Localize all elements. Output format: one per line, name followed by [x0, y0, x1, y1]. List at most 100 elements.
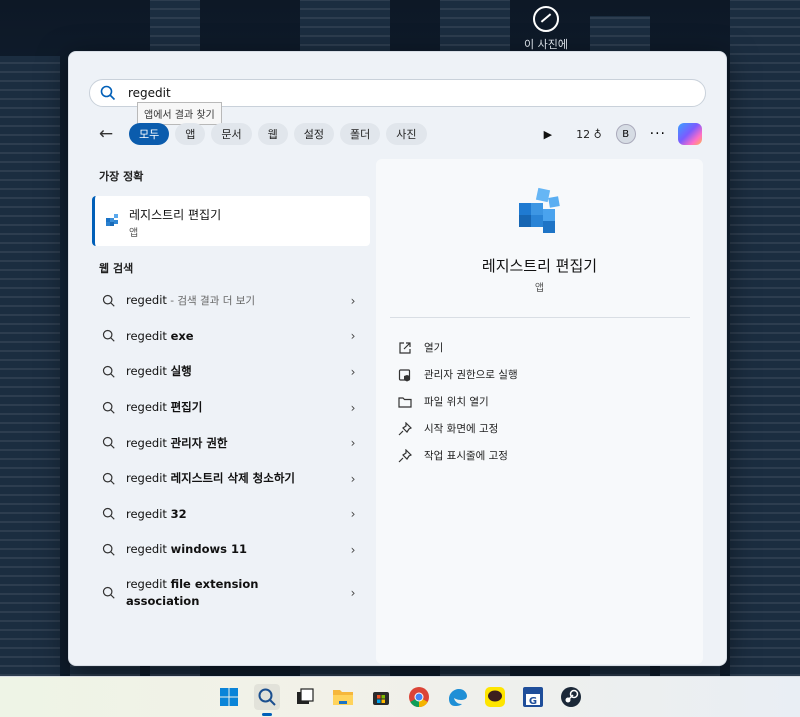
- best-match-item[interactable]: 레지스트리 편집기 앱: [92, 196, 370, 246]
- search-icon: [102, 586, 115, 599]
- filter-tabs: ← 모두 앱 문서 웹 설정 폴더 사진: [93, 122, 433, 146]
- list-item[interactable]: regedit exe ›: [92, 319, 367, 355]
- list-item-prefix: regedit: [126, 471, 171, 486]
- action-label: 시작 화면에 고정: [424, 423, 499, 435]
- steam-icon[interactable]: [558, 684, 584, 710]
- list-item-prefix: regedit: [126, 328, 171, 343]
- tab-documents[interactable]: 문서: [211, 123, 252, 145]
- list-item-prefix: regedit: [126, 542, 171, 557]
- search-icon: [102, 365, 115, 378]
- info-circle-icon: [533, 6, 559, 32]
- list-item-bold: 실행: [170, 364, 192, 379]
- run-as-admin-action[interactable]: 관리자 권한으로 실행: [398, 361, 518, 388]
- best-match-type: 앱: [129, 228, 139, 239]
- list-item-text: regedit 관리자 권한: [126, 435, 343, 452]
- action-list: 열기 관리자 권한으로 실행 파일 위치 열기 시작 화면에 고정 작업 표시줄…: [398, 334, 518, 469]
- chrome-icon[interactable]: [406, 684, 432, 710]
- list-item[interactable]: regedit 32 ›: [92, 497, 367, 533]
- list-item[interactable]: regedit windows 11 ›: [92, 532, 367, 568]
- list-item[interactable]: regedit - 검색 결과 더 보기 ›: [92, 283, 367, 319]
- file-explorer-icon[interactable]: [330, 684, 356, 710]
- list-item-bold: windows 11: [170, 542, 247, 557]
- list-item-bold: 관리자 권한: [170, 435, 228, 450]
- chevron-right-icon: ›: [350, 507, 356, 522]
- list-item-bold: 32: [170, 506, 187, 521]
- list-item-prefix: regedit: [126, 292, 167, 307]
- list-item[interactable]: regedit 관리자 권한 ›: [92, 425, 367, 461]
- action-label: 파일 위치 열기: [424, 396, 489, 408]
- tab-settings[interactable]: 설정: [293, 123, 334, 145]
- divider: [390, 317, 690, 318]
- edge-browser-icon[interactable]: [444, 684, 470, 710]
- open-external-icon: [399, 341, 411, 354]
- search-icon: [102, 294, 115, 307]
- pin-icon: [398, 448, 412, 462]
- svg-text:G: G: [529, 696, 537, 707]
- search-panel: 앱에서 결과 찾기 ← 모두 앱 문서 웹 설정 폴더 사진 ▶ 12 ♁ B …: [68, 51, 727, 666]
- detail-app-type: 앱: [534, 283, 545, 294]
- play-more-tabs-icon[interactable]: ▶: [544, 128, 552, 141]
- list-item-prefix: regedit: [126, 435, 171, 450]
- search-icon: [102, 543, 115, 556]
- search-input[interactable]: [126, 85, 650, 101]
- list-item-prefix: regedit: [126, 364, 171, 379]
- web-search-title: 웹 검색: [99, 262, 134, 275]
- back-arrow-icon[interactable]: ←: [93, 122, 119, 146]
- list-item-text: regedit - 검색 결과 더 보기: [126, 292, 343, 310]
- list-item-bold: 편집기: [170, 400, 203, 415]
- registry-editor-icon: [105, 212, 121, 228]
- search-icon: [102, 330, 115, 343]
- tab-apps[interactable]: 앱: [175, 123, 206, 145]
- list-item[interactable]: regedit 레지스트리 삭제 청소하기 ›: [92, 461, 367, 497]
- account-avatar[interactable]: B: [615, 124, 636, 144]
- chevron-right-icon: ›: [350, 329, 356, 344]
- chevron-right-icon: ›: [350, 364, 356, 379]
- tab-photos[interactable]: 사진: [386, 123, 427, 145]
- tab-web[interactable]: 웹: [257, 123, 288, 145]
- open-action[interactable]: 열기: [398, 334, 518, 361]
- web-search-list: regedit - 검색 결과 더 보기 › regedit exe › reg…: [92, 283, 367, 618]
- list-item[interactable]: regedit 편집기 ›: [92, 390, 367, 426]
- list-item[interactable]: regedit 실행 ›: [92, 354, 367, 390]
- app-g-icon[interactable]: G: [520, 684, 546, 710]
- list-item-prefix: regedit: [126, 576, 171, 591]
- pin-to-taskbar-action[interactable]: 작업 표시줄에 고정: [398, 442, 518, 469]
- list-item-prefix: regedit: [126, 506, 171, 521]
- folder-icon: [398, 396, 412, 408]
- more-options-icon[interactable]: ···: [650, 126, 666, 142]
- task-view-icon[interactable]: [292, 684, 318, 710]
- list-item-text: regedit 편집기: [126, 399, 343, 416]
- action-label: 작업 표시줄에 고정: [424, 450, 508, 462]
- search-icon: [102, 437, 115, 449]
- action-label: 관리자 권한으로 실행: [424, 369, 518, 381]
- copilot-icon[interactable]: [678, 123, 702, 145]
- list-item[interactable]: regedit file extension association ›: [92, 568, 367, 618]
- list-item-text: regedit windows 11: [126, 541, 343, 558]
- list-item-text: regedit 레지스트리 삭제 청소하기: [126, 470, 343, 487]
- toolbar-right: ▶ 12 ♁ B ···: [544, 122, 702, 146]
- search-icon: [100, 84, 118, 102]
- store-icon[interactable]: [368, 684, 394, 710]
- detail-app-name: 레지스트리 편집기: [481, 257, 598, 275]
- pin-to-start-action[interactable]: 시작 화면에 고정: [398, 415, 518, 442]
- list-item-bold: exe: [170, 328, 194, 343]
- list-item-text: regedit file extension association: [126, 576, 343, 610]
- search-icon[interactable]: [254, 684, 280, 716]
- windows-start-icon[interactable]: [216, 684, 242, 710]
- rewards-icon: ♁: [593, 127, 602, 141]
- tab-all[interactable]: 모두: [129, 123, 170, 145]
- rewards-count[interactable]: 12 ♁: [576, 128, 602, 141]
- list-item-text: regedit 실행: [126, 363, 343, 380]
- list-item-hint: - 검색 결과 더 보기: [166, 294, 256, 307]
- rewards-count-value: 12: [576, 127, 591, 141]
- pin-icon: [398, 421, 412, 435]
- list-item-text: regedit 32: [126, 506, 343, 523]
- tab-folders[interactable]: 폴더: [340, 123, 381, 145]
- chevron-right-icon: ›: [350, 436, 356, 451]
- registry-editor-icon: [519, 187, 560, 233]
- action-label: 열기: [424, 342, 444, 354]
- chevron-right-icon: ›: [350, 542, 356, 557]
- kakaotalk-icon[interactable]: [482, 684, 508, 710]
- open-file-location-action[interactable]: 파일 위치 열기: [398, 388, 518, 415]
- desktop-icon-photo-info[interactable]: 이 사진에: [518, 6, 574, 52]
